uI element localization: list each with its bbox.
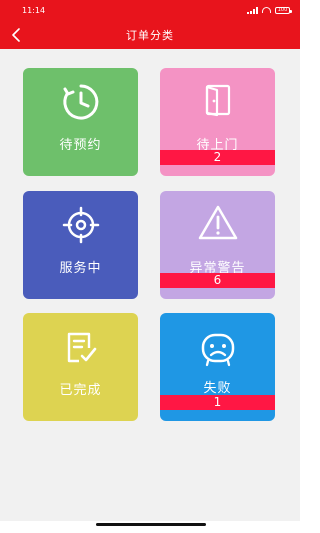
category-grid: 待预约 待上门 2 服务中 异常警告 6 已完成 失败 1: [0, 49, 300, 521]
card-awaiting-visit[interactable]: 待上门 2: [160, 68, 275, 176]
card-pending-appointment[interactable]: 待预约: [23, 68, 138, 176]
door-icon: [205, 84, 230, 117]
battery-icon: 100: [275, 6, 292, 14]
warning-icon: [198, 205, 237, 240]
card-completed[interactable]: 已完成: [23, 313, 138, 421]
status-time: 11:14: [22, 5, 46, 15]
sad-face-icon: [201, 333, 234, 367]
status-bar: 11:14 100: [0, 0, 300, 20]
count-badge: 2: [160, 150, 275, 165]
card-label: 服务中: [59, 261, 102, 276]
target-icon: [62, 206, 99, 244]
card-label: 已完成: [59, 383, 102, 398]
back-arrow-icon[interactable]: [11, 28, 22, 42]
checklist-icon: [67, 332, 96, 363]
nav-bar: 订单分类: [0, 20, 300, 49]
page-title: 订单分类: [126, 28, 174, 42]
card-in-service[interactable]: 服务中: [23, 191, 138, 299]
signal-icon: [247, 6, 258, 14]
card-failed[interactable]: 失败 1: [160, 313, 275, 421]
home-indicator[interactable]: [96, 523, 206, 526]
card-label: 失败: [203, 381, 232, 396]
count-badge: 6: [160, 273, 275, 288]
battery-level: 100: [277, 6, 288, 13]
card-label: 待预约: [59, 138, 102, 153]
count-badge: 1: [160, 395, 275, 410]
clock-icon: [62, 84, 98, 120]
status-icons: 100: [247, 6, 292, 14]
wifi-icon: [262, 7, 271, 13]
card-exception-warning[interactable]: 异常警告 6: [160, 191, 275, 299]
